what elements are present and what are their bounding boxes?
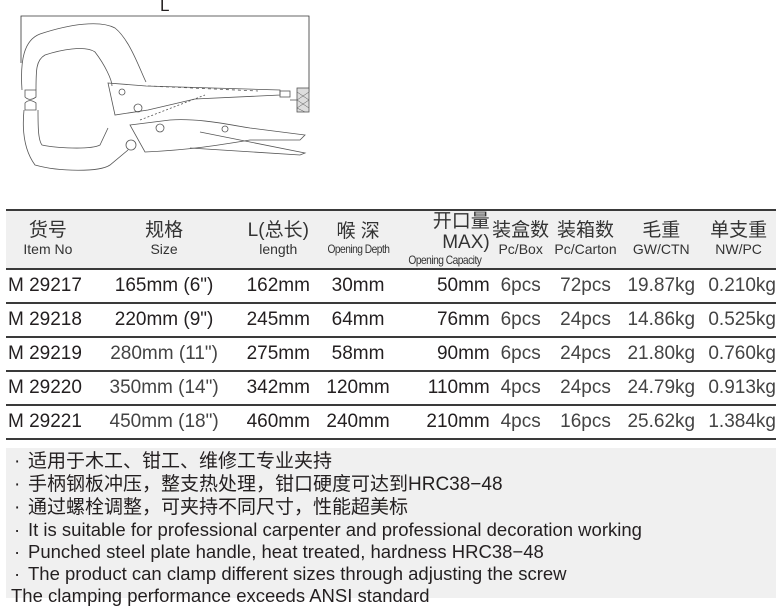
cell-length: 460mm xyxy=(246,411,310,432)
cell-length: 342mm xyxy=(246,377,310,398)
bullet-icon: · xyxy=(14,474,21,495)
cell-capacity: 76mm xyxy=(436,309,490,330)
cell-pc-box: 6pcs xyxy=(500,343,541,364)
note-cn: · 通过螺栓调整，可夹持不同尺寸，性能超美标 xyxy=(14,497,409,518)
cell-pc-carton: 24pcs xyxy=(560,309,611,330)
cell-nw: 1.384kg xyxy=(708,411,776,432)
note-cn: · 手柄钢板冲压，整支热处理，钳口硬度可达到HRC38−48 xyxy=(14,474,503,495)
table-row: M 29219 280mm (11") 275mm 58mm 90mm 6pcs… xyxy=(6,338,776,372)
cell-item-no: M 29220 xyxy=(8,377,82,398)
cell-pc-box: 6pcs xyxy=(500,275,541,296)
note-en-last: The clamping performance exceeds ANSI st… xyxy=(11,585,430,606)
c-frame-outer xyxy=(21,23,147,91)
cell-depth: 240mm xyxy=(326,411,390,432)
cell-pc-box: 4pcs xyxy=(500,411,541,432)
cell-pc-box: 4pcs xyxy=(500,377,541,398)
knurled-knob xyxy=(296,87,310,113)
cell-size: 350mm (14") xyxy=(109,377,219,398)
cell-item-no: M 29217 xyxy=(8,275,82,296)
cell-gw: 14.86kg xyxy=(627,309,696,330)
header-nw-pc: 单支重 NW/PC xyxy=(710,220,768,258)
table-row: M 29221 450mm (18") 460mm 240mm 210mm 4p… xyxy=(6,406,776,440)
cell-nw: 0.525kg xyxy=(708,309,776,330)
cell-nw: 0.210kg xyxy=(708,275,776,296)
header-pc-carton: 装箱数 Pc/Carton xyxy=(554,220,617,258)
cell-size: 450mm (18") xyxy=(109,411,219,432)
cell-size: 280mm (11") xyxy=(110,343,218,364)
product-diagram: L xyxy=(0,0,340,200)
cell-gw: 25.62kg xyxy=(627,411,696,432)
cell-item-no: M 29221 xyxy=(8,411,82,432)
cell-depth: 30mm xyxy=(331,275,385,296)
c-clamp-pliers-drawing xyxy=(20,15,310,171)
cell-capacity: 210mm xyxy=(426,411,490,432)
cell-pc-carton: 72pcs xyxy=(560,275,611,296)
cell-pc-carton: 24pcs xyxy=(560,343,611,364)
c-frame-inner xyxy=(35,48,113,91)
cell-length: 275mm xyxy=(246,343,310,364)
cell-gw: 24.79kg xyxy=(627,377,696,398)
note-en: · It is suitable for professional carpent… xyxy=(14,519,642,540)
cell-pc-box: 6pcs xyxy=(500,309,541,330)
spec-table: 货号 Item No 规格 Size L(总长) length 喉 深 Open… xyxy=(6,209,776,440)
cell-pc-carton: 16pcs xyxy=(560,411,611,432)
cell-size: 220mm (9") xyxy=(114,309,214,330)
table-row: M 29220 350mm (14") 342mm 120mm 110mm 4p… xyxy=(6,372,776,406)
product-notes: · 适用于木工、钳工、维修工专业夹持 · 手柄钢板冲压，整支热处理，钳口硬度可达到H… xyxy=(6,448,776,606)
cell-item-no: M 29218 xyxy=(8,309,82,330)
cell-item-no: M 29219 xyxy=(8,343,82,364)
bullet-icon: · xyxy=(14,563,21,584)
table-row: M 29218 220mm (9") 245mm 64mm 76mm 6pcs … xyxy=(6,304,776,338)
cell-depth: 58mm xyxy=(331,343,385,364)
cell-capacity: 90mm xyxy=(436,343,490,364)
cell-capacity: 50mm xyxy=(436,275,490,296)
note-en: · Punched steel plate handle, heat treate… xyxy=(14,541,544,562)
header-pc-box: 装盒数 Pc/Box xyxy=(492,220,550,258)
bullet-icon: · xyxy=(14,519,21,540)
header-gw-ctn: 毛重 GW/CTN xyxy=(632,220,690,258)
adjusting-screw xyxy=(279,90,291,98)
cell-pc-carton: 24pcs xyxy=(560,377,611,398)
header-opening-depth: 喉 深 Opening Depth xyxy=(327,221,390,257)
c-frame-lower-outer xyxy=(22,109,129,171)
table-header: 货号 Item No 规格 Size L(总长) length 喉 深 Open… xyxy=(6,209,776,270)
cell-nw: 0.760kg xyxy=(708,343,776,364)
length-dimension-label: L xyxy=(160,0,170,15)
cell-depth: 120mm xyxy=(326,377,390,398)
cell-gw: 19.87kg xyxy=(627,275,696,296)
header-length: L(总长) length xyxy=(247,220,309,258)
header-item-no: 货号 Item No xyxy=(23,220,73,258)
header-size: 规格 Size xyxy=(145,220,184,258)
bullet-icon: · xyxy=(14,451,21,472)
cell-capacity: 110mm xyxy=(427,377,490,398)
table-row: M 29217 165mm (6") 162mm 30mm 50mm 6pcs … xyxy=(6,270,776,304)
cell-length: 162mm xyxy=(246,275,310,296)
cell-depth: 64mm xyxy=(331,309,385,330)
bullet-icon: · xyxy=(14,497,21,518)
cell-length: 245mm xyxy=(246,309,310,330)
cell-gw: 21.80kg xyxy=(627,343,696,364)
cell-nw: 0.913kg xyxy=(708,377,776,398)
note-cn: · 适用于木工、钳工、维修工专业夹持 xyxy=(14,451,333,472)
bullet-icon: · xyxy=(14,541,21,562)
c-frame-lower-inner xyxy=(37,109,109,149)
cell-size: 165mm (6") xyxy=(114,275,214,296)
note-en: · The product can clamp different sizes t… xyxy=(14,563,567,584)
header-opening-capacity: 开口量MAX) Opening Capacity xyxy=(408,211,490,267)
